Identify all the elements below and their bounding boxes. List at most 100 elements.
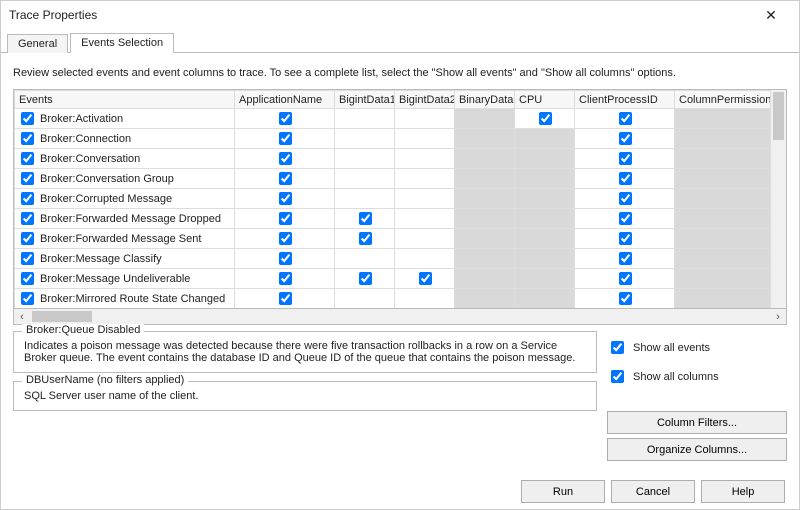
row-event-cell[interactable]: Broker:Message Undeliverable (15, 269, 235, 289)
table-row[interactable]: Broker:Forwarded Message Dropped (15, 209, 771, 229)
cell-bigintdata1[interactable] (335, 289, 395, 309)
row-event-cell[interactable]: Broker:Message Classify (15, 249, 235, 269)
cell-clientprocessid-checkbox[interactable] (619, 152, 632, 165)
cell-clientprocessid[interactable] (575, 129, 675, 149)
cell-applicationname[interactable] (235, 209, 335, 229)
table-row[interactable]: Broker:Conversation (15, 149, 771, 169)
table-row[interactable]: Broker:Message Undeliverable (15, 269, 771, 289)
cell-bigintdata1[interactable] (335, 109, 395, 129)
show-all-columns-checkbox[interactable]: Show all columns (607, 367, 787, 386)
row-select-checkbox[interactable] (21, 192, 34, 205)
col-header-clientprocessid[interactable]: ClientProcessID (575, 91, 675, 109)
row-select-checkbox[interactable] (21, 172, 34, 185)
cell-bigintdata1[interactable] (335, 209, 395, 229)
cell-bigintdata2[interactable] (395, 289, 455, 309)
cell-bigintdata2-checkbox[interactable] (419, 272, 432, 285)
cell-applicationname-checkbox[interactable] (279, 192, 292, 205)
col-header-bigintdata2[interactable]: BigintData2 (395, 91, 455, 109)
cell-clientprocessid-checkbox[interactable] (619, 232, 632, 245)
table-row[interactable]: Broker:Connection (15, 129, 771, 149)
cell-applicationname-checkbox[interactable] (279, 212, 292, 225)
cell-cpu-checkbox[interactable] (539, 112, 552, 125)
row-event-cell[interactable]: Broker:Mirrored Route State Changed (15, 289, 235, 309)
scroll-right-icon[interactable]: › (770, 311, 786, 323)
cell-cpu[interactable] (515, 109, 575, 129)
cell-applicationname[interactable] (235, 149, 335, 169)
tab-general[interactable]: General (7, 34, 68, 53)
cell-clientprocessid-checkbox[interactable] (619, 292, 632, 305)
cell-applicationname-checkbox[interactable] (279, 232, 292, 245)
cell-applicationname[interactable] (235, 249, 335, 269)
table-row[interactable]: Broker:Conversation Group (15, 169, 771, 189)
cell-clientprocessid[interactable] (575, 289, 675, 309)
cell-bigintdata1[interactable] (335, 149, 395, 169)
col-header-applicationname[interactable]: ApplicationName (235, 91, 335, 109)
cancel-button[interactable]: Cancel (611, 480, 695, 503)
col-header-columnpermissions[interactable]: ColumnPermissions (675, 91, 771, 109)
tab-events-selection[interactable]: Events Selection (70, 33, 174, 53)
scroll-left-icon[interactable]: ‹ (14, 311, 30, 323)
cell-applicationname-checkbox[interactable] (279, 172, 292, 185)
table-row[interactable]: Broker:Activation (15, 109, 771, 129)
cell-clientprocessid-checkbox[interactable] (619, 192, 632, 205)
table-row[interactable]: Broker:Corrupted Message (15, 189, 771, 209)
row-event-cell[interactable]: Broker:Activation (15, 109, 235, 129)
cell-applicationname[interactable] (235, 129, 335, 149)
cell-applicationname-checkbox[interactable] (279, 132, 292, 145)
organize-columns-button[interactable]: Organize Columns... (607, 438, 787, 461)
cell-bigintdata1[interactable] (335, 269, 395, 289)
cell-clientprocessid-checkbox[interactable] (619, 272, 632, 285)
cell-bigintdata2[interactable] (395, 129, 455, 149)
cell-applicationname-checkbox[interactable] (279, 272, 292, 285)
cell-applicationname[interactable] (235, 189, 335, 209)
cell-bigintdata2[interactable] (395, 149, 455, 169)
close-icon[interactable]: ✕ (751, 7, 791, 24)
show-all-columns-input[interactable] (611, 370, 624, 383)
cell-bigintdata1[interactable] (335, 229, 395, 249)
cell-clientprocessid[interactable] (575, 269, 675, 289)
cell-bigintdata1[interactable] (335, 169, 395, 189)
cell-applicationname-checkbox[interactable] (279, 252, 292, 265)
cell-bigintdata1[interactable] (335, 249, 395, 269)
cell-applicationname-checkbox[interactable] (279, 292, 292, 305)
cell-clientprocessid-checkbox[interactable] (619, 172, 632, 185)
cell-bigintdata1[interactable] (335, 129, 395, 149)
row-event-cell[interactable]: Broker:Corrupted Message (15, 189, 235, 209)
row-select-checkbox[interactable] (21, 152, 34, 165)
row-select-checkbox[interactable] (21, 232, 34, 245)
cell-clientprocessid[interactable] (575, 249, 675, 269)
row-event-cell[interactable]: Broker:Connection (15, 129, 235, 149)
table-row[interactable]: Broker:Message Classify (15, 249, 771, 269)
cell-clientprocessid-checkbox[interactable] (619, 252, 632, 265)
cell-clientprocessid[interactable] (575, 189, 675, 209)
cell-bigintdata2[interactable] (395, 189, 455, 209)
cell-applicationname-checkbox[interactable] (279, 152, 292, 165)
show-all-events-input[interactable] (611, 341, 624, 354)
col-header-binarydata[interactable]: BinaryData (455, 91, 515, 109)
cell-clientprocessid[interactable] (575, 209, 675, 229)
cell-bigintdata1-checkbox[interactable] (359, 232, 372, 245)
scrollbar-thumb[interactable] (773, 92, 784, 140)
row-event-cell[interactable]: Broker:Forwarded Message Sent (15, 229, 235, 249)
row-event-cell[interactable]: Broker:Conversation Group (15, 169, 235, 189)
cell-bigintdata2[interactable] (395, 169, 455, 189)
row-select-checkbox[interactable] (21, 212, 34, 225)
cell-clientprocessid[interactable] (575, 109, 675, 129)
cell-bigintdata1[interactable] (335, 189, 395, 209)
row-select-checkbox[interactable] (21, 252, 34, 265)
cell-applicationname[interactable] (235, 269, 335, 289)
cell-bigintdata2[interactable] (395, 229, 455, 249)
col-header-events[interactable]: Events (15, 91, 235, 109)
row-select-checkbox[interactable] (21, 272, 34, 285)
cell-clientprocessid[interactable] (575, 149, 675, 169)
cell-applicationname-checkbox[interactable] (279, 112, 292, 125)
table-row[interactable]: Broker:Mirrored Route State Changed (15, 289, 771, 309)
cell-bigintdata2[interactable] (395, 209, 455, 229)
cell-clientprocessid-checkbox[interactable] (619, 132, 632, 145)
help-button[interactable]: Help (701, 480, 785, 503)
cell-clientprocessid-checkbox[interactable] (619, 112, 632, 125)
vertical-scrollbar[interactable] (770, 90, 786, 308)
row-select-checkbox[interactable] (21, 112, 34, 125)
events-grid[interactable]: Events ApplicationName BigintData1 Bigin… (13, 89, 787, 309)
col-header-cpu[interactable]: CPU (515, 91, 575, 109)
